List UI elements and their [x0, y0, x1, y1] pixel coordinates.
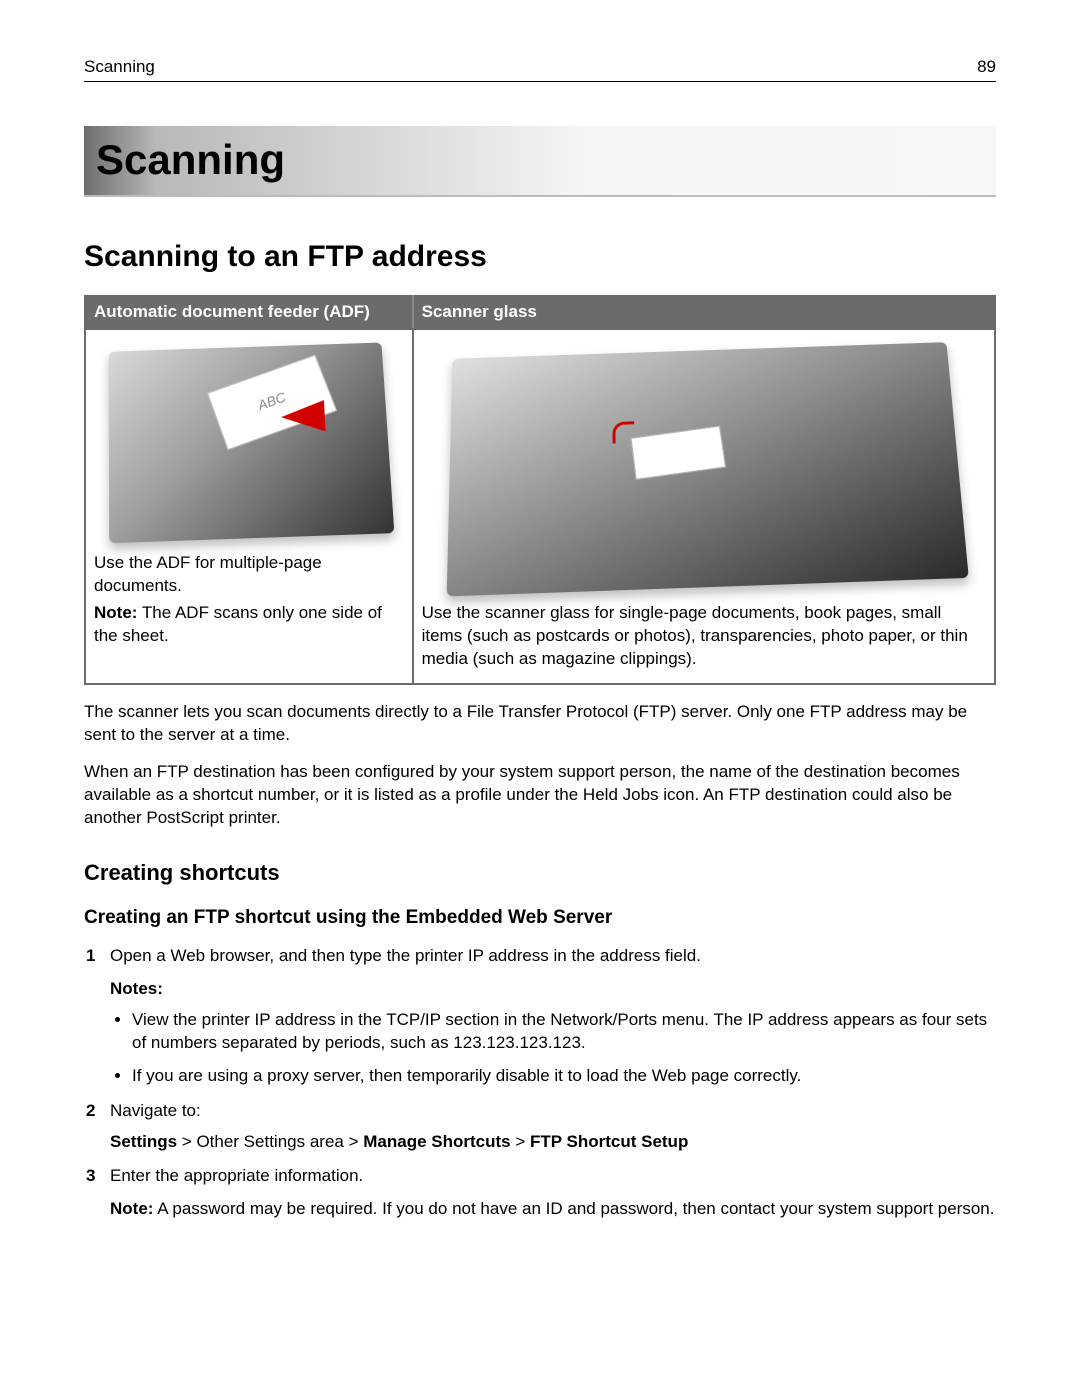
notes-label: Notes:	[110, 978, 996, 1001]
path-sep: >	[344, 1132, 363, 1151]
page-number: 89	[977, 56, 996, 79]
step-3: Enter the appropriate information. Note:…	[84, 1165, 996, 1221]
subsection-title: Creating shortcuts	[84, 858, 996, 888]
step-2-text: Navigate to:	[110, 1101, 201, 1120]
cell-adf: ABC Use the ADF for multiple‑page docume…	[85, 329, 413, 684]
col-header-glass: Scanner glass	[413, 296, 995, 329]
step-1: Open a Web browser, and then type the pr…	[84, 945, 996, 1088]
printer-adf-illustration: ABC	[109, 343, 394, 544]
nav-path: Settings > Other Settings area > Manage …	[110, 1131, 996, 1154]
step-3-note-text: A password may be required. If you do no…	[153, 1199, 994, 1218]
note-label: Note:	[110, 1199, 153, 1218]
body-paragraph-2: When an FTP destination has been configu…	[84, 761, 996, 830]
step-1-notes-block: Notes: View the printer IP address in th…	[110, 978, 996, 1088]
table-header-row: Automatic document feeder (ADF) Scanner …	[85, 296, 995, 329]
path-sep: >	[177, 1132, 196, 1151]
step-1-text: Open a Web browser, and then type the pr…	[110, 946, 701, 965]
note-label: Note:	[94, 603, 137, 622]
adf-cell-text: Use the ADF for multiple‑page documents.…	[94, 552, 404, 648]
notes-bullets: View the printer IP address in the TCP/I…	[110, 1009, 996, 1088]
section-title: Scanning to an FTP address	[84, 237, 996, 278]
running-header: Scanning 89	[84, 56, 996, 79]
paper-icon	[630, 426, 726, 480]
table-row: ABC Use the ADF for multiple‑page docume…	[85, 329, 995, 684]
scanner-glass-illustration	[446, 343, 968, 597]
glass-cell-text: Use the scanner glass for single‑page do…	[422, 602, 986, 671]
glass-image-box	[422, 336, 986, 596]
glass-line1: Use the scanner glass for single‑page do…	[422, 602, 986, 671]
note-bullet-2: If you are using a proxy server, then te…	[132, 1065, 996, 1088]
adf-note: Note: The ADF scans only one side of the…	[94, 602, 404, 648]
adf-note-text: The ADF scans only one side of the sheet…	[94, 603, 382, 645]
step-2: Navigate to: Settings > Other Settings a…	[84, 1100, 996, 1154]
path-sep: >	[511, 1132, 530, 1151]
step-3-note: Note: A password may be required. If you…	[110, 1198, 996, 1221]
subsubsection-title: Creating an FTP shortcut using the Embed…	[84, 905, 996, 931]
body-paragraph-1: The scanner lets you scan documents dire…	[84, 701, 996, 747]
cell-glass: Use the scanner glass for single‑page do…	[413, 329, 995, 684]
chapter-title: Scanning	[84, 126, 996, 197]
adf-image-box: ABC	[94, 336, 404, 546]
path-ftp-setup: FTP Shortcut Setup	[530, 1132, 688, 1151]
running-title: Scanning	[84, 56, 155, 79]
path-settings: Settings	[110, 1132, 177, 1151]
path-manage-shortcuts: Manage Shortcuts	[363, 1132, 510, 1151]
adf-line1: Use the ADF for multiple‑page documents.	[94, 552, 404, 598]
step-3-text: Enter the appropriate information.	[110, 1166, 363, 1185]
feature-table: Automatic document feeder (ADF) Scanner …	[84, 295, 996, 685]
arrow-left-icon	[281, 401, 326, 434]
col-header-adf: Automatic document feeder (ADF)	[85, 296, 413, 329]
path-other-settings: Other Settings area	[196, 1132, 343, 1151]
page: Scanning 89 Scanning Scanning to an FTP …	[0, 0, 1080, 1397]
header-rule	[84, 81, 996, 82]
note-bullet-1: View the printer IP address in the TCP/I…	[132, 1009, 996, 1055]
steps-list: Open a Web browser, and then type the pr…	[84, 945, 996, 1221]
